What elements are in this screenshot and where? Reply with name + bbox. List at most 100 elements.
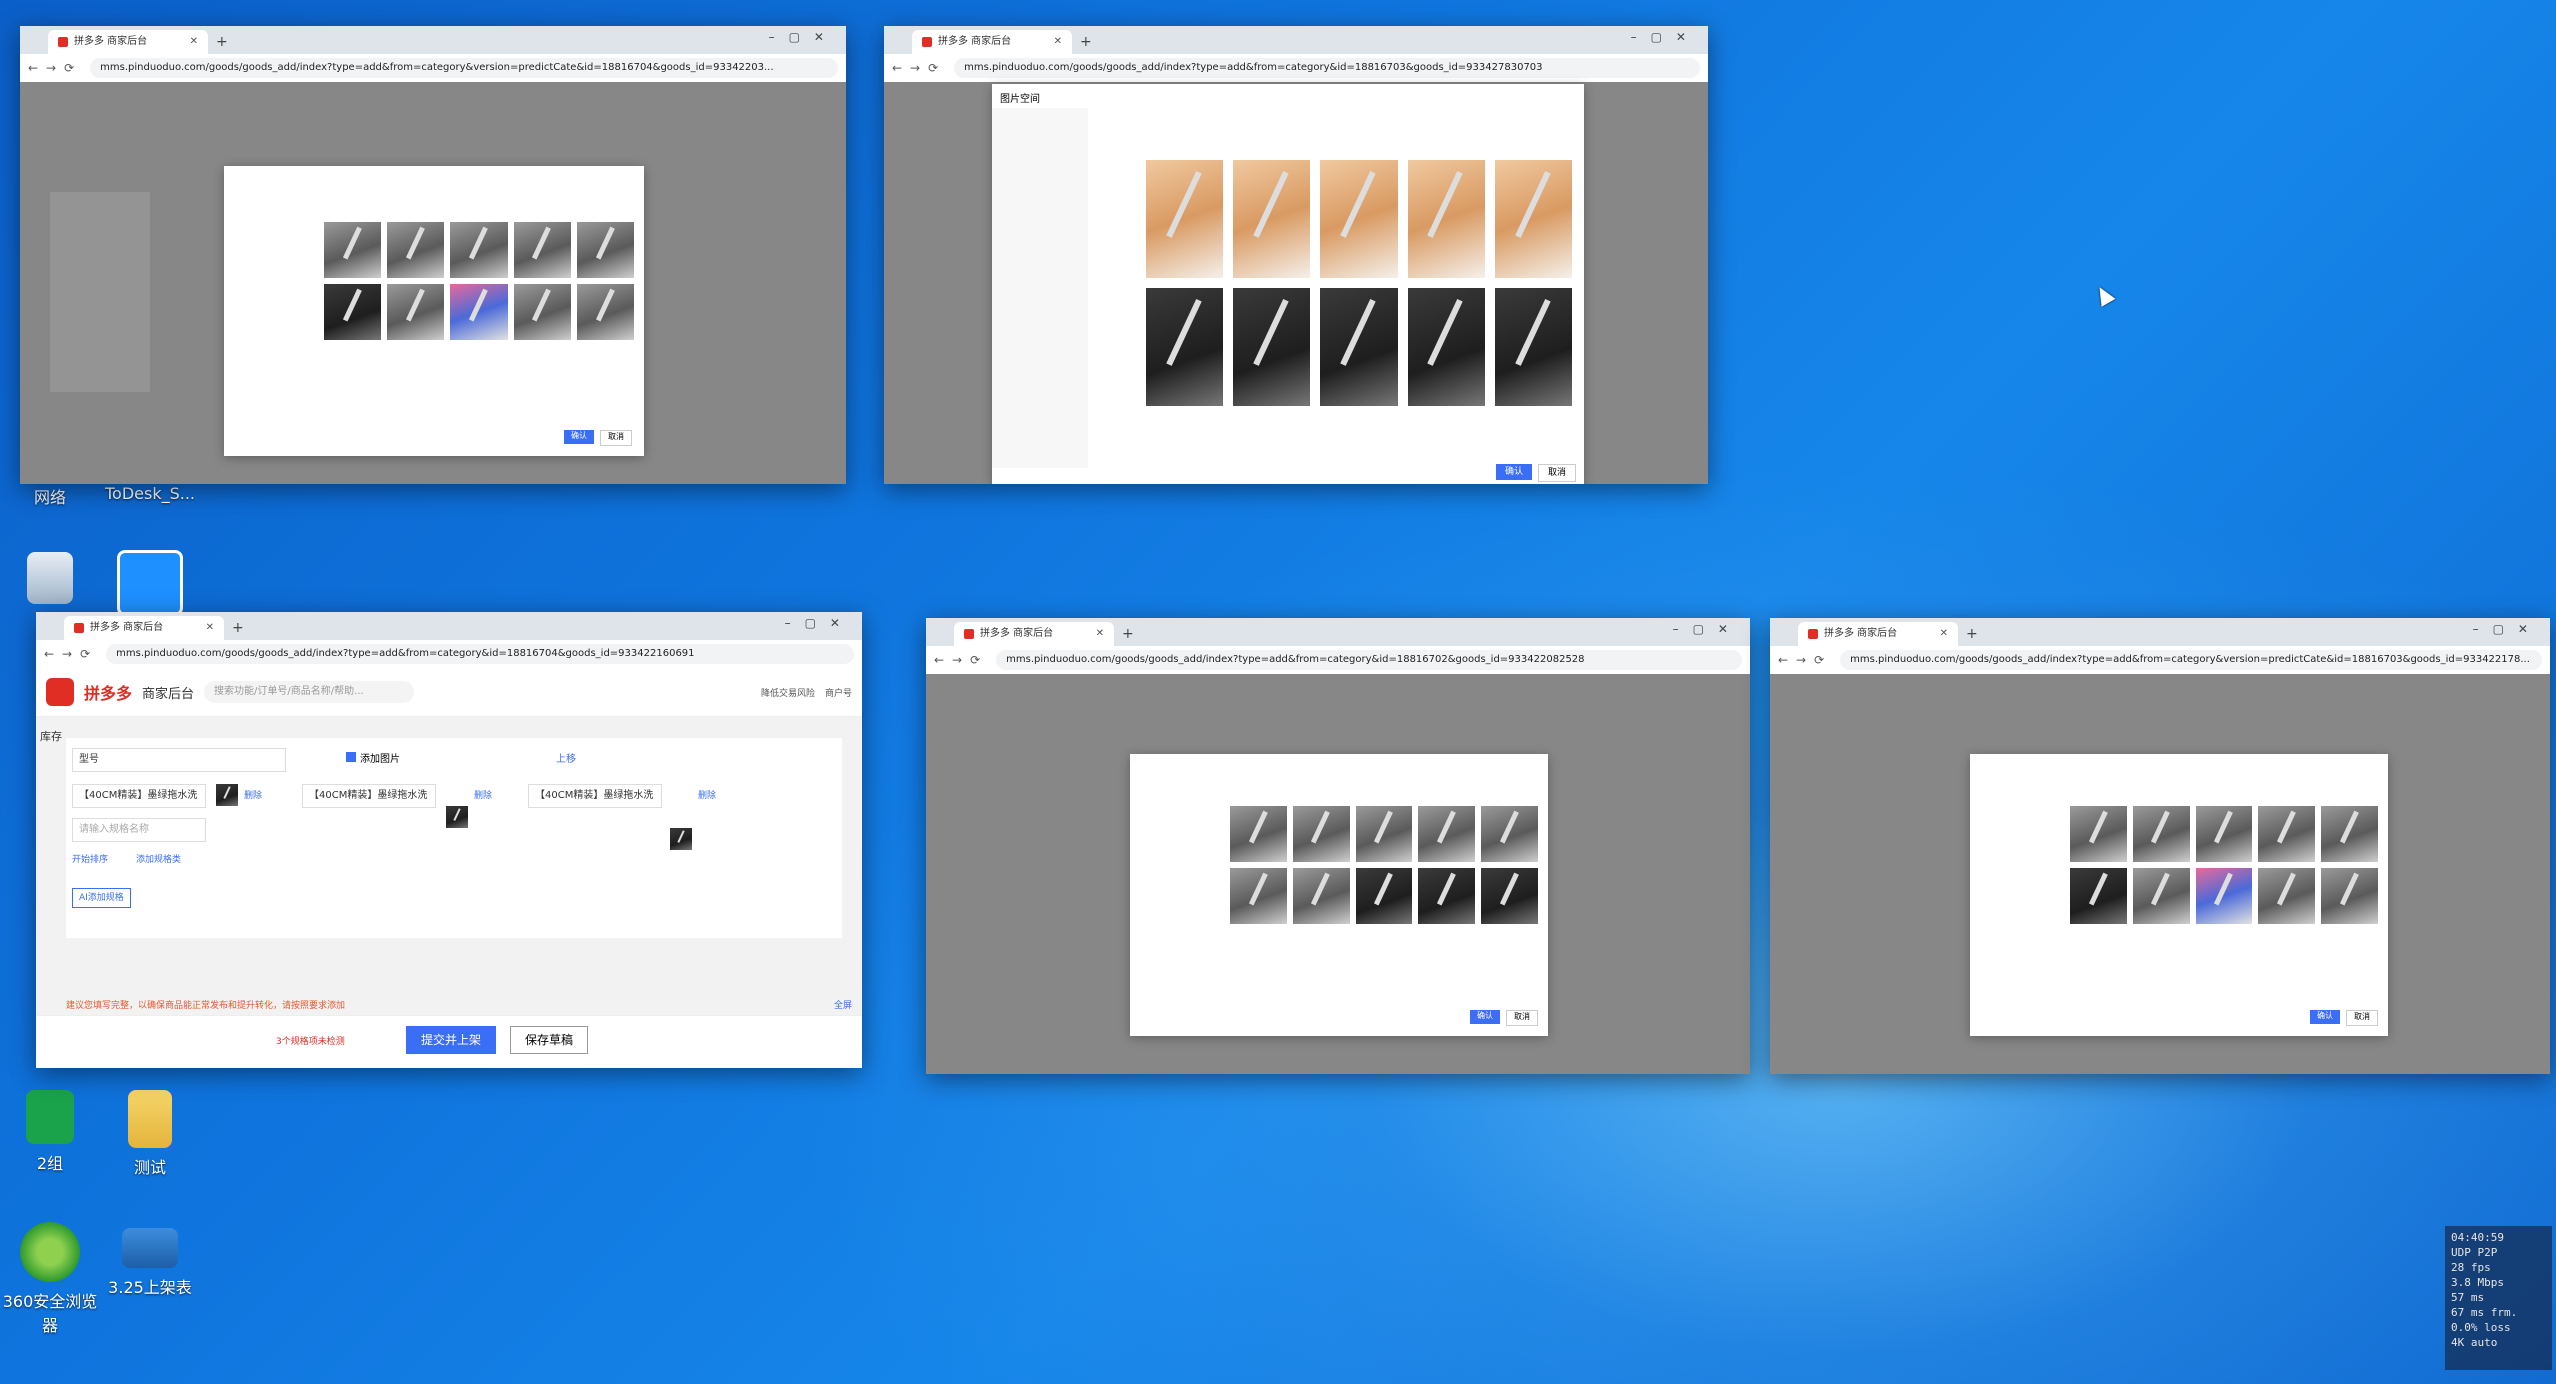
cancel-button[interactable]: 取消 <box>2346 1010 2378 1026</box>
image-thumb[interactable] <box>387 284 445 340</box>
new-tab-icon[interactable]: + <box>1080 30 1092 54</box>
image-thumb[interactable] <box>576 284 634 340</box>
browser-tab[interactable]: 拼多多 商家后台 ✕ <box>912 30 1072 54</box>
window-controls[interactable]: –▢✕ <box>2473 622 2542 636</box>
search-input[interactable]: 搜索功能/订单号/商品名称/帮助... <box>204 681 415 703</box>
desktop-icon-recycle[interactable] <box>0 552 105 610</box>
new-tab-icon[interactable]: + <box>1122 622 1134 646</box>
batch-link[interactable]: 开始排序 <box>72 852 108 865</box>
nav-arrows-icon[interactable]: ←→⟳ <box>1778 653 1832 667</box>
sku-item-2[interactable]: 【40CM精装】墨绿拖水洗 <box>302 784 436 808</box>
image-thumb[interactable] <box>1292 806 1350 862</box>
close-tab-icon[interactable]: ✕ <box>1054 30 1062 54</box>
new-tab-icon[interactable]: + <box>1966 622 1978 646</box>
window-controls[interactable]: –▢✕ <box>785 616 854 630</box>
nav-arrows-icon[interactable]: ←→⟳ <box>44 647 98 661</box>
browser-tab[interactable]: 拼多多 商家后台 ✕ <box>64 616 224 640</box>
sku-item-3[interactable]: 【40CM精装】墨绿拖水洗 <box>528 784 662 808</box>
desktop-icon-todesk[interactable]: ToDesk_S... <box>95 484 205 503</box>
close-tab-icon[interactable]: ✕ <box>1096 622 1104 646</box>
confirm-button[interactable]: 确认 <box>2310 1010 2340 1024</box>
image-thumb[interactable] <box>1494 288 1572 406</box>
image-thumb[interactable] <box>2070 868 2127 924</box>
image-thumb[interactable] <box>1233 288 1311 406</box>
sku-item-1[interactable]: 【40CM精装】墨绿拖水洗 <box>72 784 206 808</box>
browser-window-top-left[interactable]: 拼多多 商家后台 ✕ + –▢✕ ←→⟳ mms.pinduoduo.com/go… <box>20 26 846 484</box>
image-thumb[interactable] <box>576 222 634 278</box>
delete-link[interactable]: 删除 <box>474 788 492 801</box>
image-thumb[interactable] <box>2195 806 2253 862</box>
image-thumb[interactable] <box>1407 288 1485 406</box>
browser-tab[interactable]: 拼多多 商家后台 ✕ <box>1798 622 1958 646</box>
browser-window-main[interactable]: 拼多多 商家后台 ✕ + –▢✕ ←→⟳ mms.pinduoduo.com/go… <box>36 612 862 1068</box>
image-thumb[interactable] <box>513 222 571 278</box>
desktop-icon-group2[interactable]: 2组 <box>0 1090 105 1174</box>
confirm-button[interactable]: 确认 <box>564 430 594 444</box>
image-thumb[interactable] <box>2321 868 2378 924</box>
new-tab-icon[interactable]: + <box>216 30 228 54</box>
close-tab-icon[interactable]: ✕ <box>206 616 214 640</box>
image-thumb[interactable] <box>1407 160 1485 278</box>
header-link-merchant[interactable]: 商户号 <box>825 686 852 699</box>
window-controls[interactable]: –▢✕ <box>1673 622 1742 636</box>
cancel-button[interactable]: 取消 <box>1538 464 1576 482</box>
close-tab-icon[interactable]: ✕ <box>1940 622 1948 646</box>
fullscreen-link[interactable]: 全屏 <box>834 998 852 1011</box>
url-input[interactable]: mms.pinduoduo.com/goods/goods_add/index?… <box>106 644 854 664</box>
browser-tab[interactable]: 拼多多 商家后台 ✕ <box>48 30 208 54</box>
image-thumb[interactable] <box>1320 160 1398 278</box>
window-controls[interactable]: –▢✕ <box>1631 30 1700 44</box>
image-thumb[interactable] <box>2258 806 2316 862</box>
image-thumb[interactable] <box>450 222 508 278</box>
nav-arrows-icon[interactable]: ←→⟳ <box>892 61 946 75</box>
image-thumb[interactable] <box>1320 288 1398 406</box>
cancel-button[interactable]: 取消 <box>600 430 632 446</box>
image-thumb[interactable] <box>1418 806 1476 862</box>
image-thumb[interactable] <box>1230 806 1287 862</box>
spec-name-input[interactable]: 请输入规格名称 <box>72 818 206 842</box>
browser-window-bottom-right[interactable]: 拼多多 商家后台 ✕ + –▢✕ ←→⟳ mms.pinduoduo.com/go… <box>1770 618 2550 1074</box>
image-thumb[interactable] <box>387 222 445 278</box>
image-thumb[interactable] <box>1233 160 1311 278</box>
image-thumb[interactable] <box>2070 806 2127 862</box>
browser-window-bottom-mid[interactable]: 拼多多 商家后台 ✕ + –▢✕ ←→⟳ mms.pinduoduo.com/go… <box>926 618 1750 1074</box>
checkbox-add-image[interactable] <box>346 752 356 762</box>
url-input[interactable]: mms.pinduoduo.com/goods/goods_add/index?… <box>90 58 838 78</box>
header-link-risk[interactable]: 降低交易风险 <box>761 686 815 699</box>
desktop-icon-network[interactable]: 网络 <box>0 484 105 508</box>
image-thumb[interactable] <box>1494 160 1572 278</box>
close-tab-icon[interactable]: ✕ <box>190 30 198 54</box>
image-thumb[interactable] <box>2195 868 2253 924</box>
image-thumb[interactable] <box>324 222 382 278</box>
delete-link[interactable]: 删除 <box>698 788 716 801</box>
desktop-icon-325sheet[interactable]: 3.25上架表 <box>95 1228 205 1298</box>
desktop-icon-360browser[interactable]: 360安全浏览器 <box>0 1222 105 1336</box>
add-spec-link[interactable]: 添加规格类 <box>136 852 181 865</box>
nav-arrows-icon[interactable]: ←→⟳ <box>934 653 988 667</box>
image-thumb[interactable] <box>513 284 571 340</box>
url-input[interactable]: mms.pinduoduo.com/goods/goods_add/index?… <box>1840 650 2542 670</box>
upload-link[interactable]: 上移 <box>556 750 576 765</box>
image-thumb[interactable] <box>2132 806 2190 862</box>
image-thumb[interactable] <box>2258 868 2316 924</box>
image-thumb[interactable] <box>1292 868 1350 924</box>
url-input[interactable]: mms.pinduoduo.com/goods/goods_add/index?… <box>954 58 1700 78</box>
image-thumb[interactable] <box>1230 868 1287 924</box>
image-thumb[interactable] <box>1418 868 1476 924</box>
save-draft-button[interactable]: 保存草稿 <box>510 1026 588 1054</box>
new-tab-icon[interactable]: + <box>232 616 244 640</box>
confirm-button[interactable]: 确认 <box>1496 464 1532 480</box>
image-thumb[interactable] <box>1355 868 1413 924</box>
image-thumb[interactable] <box>324 284 382 340</box>
delete-link[interactable]: 删除 <box>244 788 262 801</box>
image-thumb[interactable] <box>1355 806 1413 862</box>
window-controls[interactable]: –▢✕ <box>769 30 838 44</box>
image-thumb[interactable] <box>1146 288 1224 406</box>
spec-select[interactable]: 型号 <box>72 748 286 772</box>
browser-tab[interactable]: 拼多多 商家后台 ✕ <box>954 622 1114 646</box>
image-thumb[interactable] <box>1481 806 1538 862</box>
ai-add-spec-button[interactable]: AI添加规格 <box>72 888 131 908</box>
cancel-button[interactable]: 取消 <box>1506 1010 1538 1026</box>
image-thumb[interactable] <box>1146 160 1224 278</box>
browser-window-top-right[interactable]: 拼多多 商家后台 ✕ + –▢✕ ←→⟳ mms.pinduoduo.com/go… <box>884 26 1708 484</box>
